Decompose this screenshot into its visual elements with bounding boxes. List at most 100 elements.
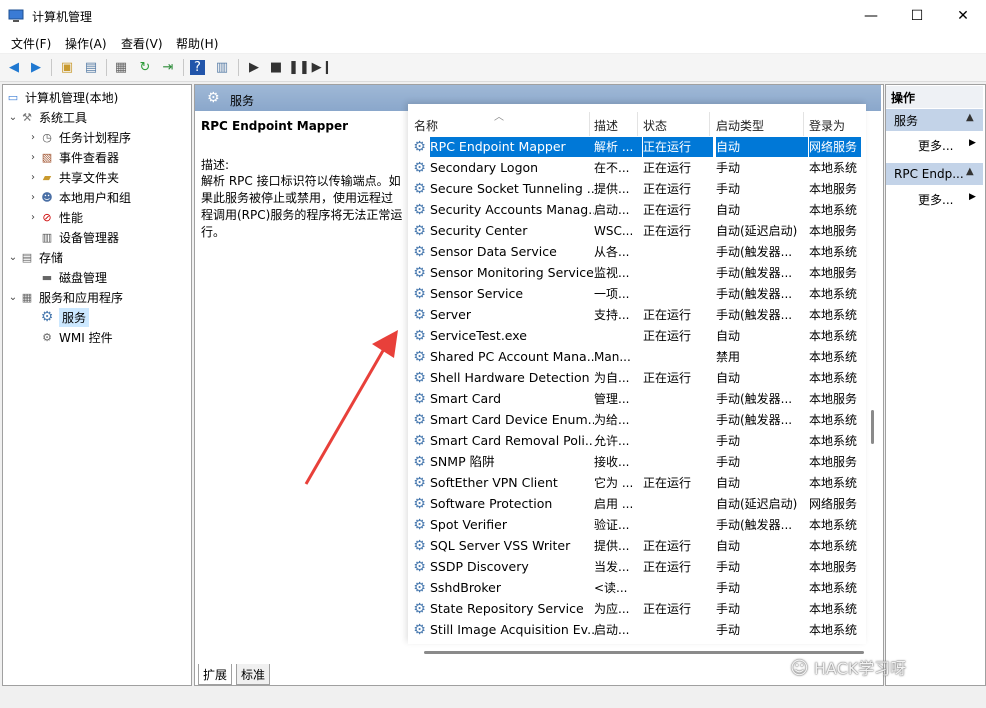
start-service-icon[interactable]: ▶ xyxy=(245,58,263,76)
action-pane-icon[interactable]: ▥ xyxy=(213,58,231,76)
service-status: 正在运行 xyxy=(643,602,692,616)
chevron-down-icon[interactable]: ⌄ xyxy=(7,252,19,263)
actions-more-1[interactable]: 更多... xyxy=(918,137,953,154)
export-list-icon[interactable]: ⇥ xyxy=(159,58,177,76)
tree-item-system-tools[interactable]: ⌄ ⚒ 系统工具 xyxy=(7,107,87,127)
tree-item-services[interactable]: ⚙ 服务 xyxy=(39,307,90,327)
table-row[interactable]: ⚙ Secondary Logon 在不... 正在运行 手动 本地系统 xyxy=(410,158,862,179)
tree-item-disk-management[interactable]: ▬ 磁盘管理 xyxy=(39,267,107,287)
toolbar-separator xyxy=(183,59,184,76)
properties-icon[interactable]: ▦ xyxy=(112,58,130,76)
gear-icon: ⚙ xyxy=(413,622,426,638)
service-name: SNMP 陷阱 xyxy=(430,454,495,469)
service-desc: 为自... xyxy=(594,371,630,385)
service-logon: 本地服务 xyxy=(809,455,858,469)
table-row[interactable]: ⚙ Smart Card 管理... 手动(触发器... 本地服务 xyxy=(410,389,862,410)
table-row[interactable]: ⚙ SNMP 陷阱 接收... 手动 本地服务 xyxy=(410,452,862,473)
table-row[interactable]: ⚙ Smart Card Removal Poli... 允许... 手动 本地系统 xyxy=(410,431,862,452)
maximize-button[interactable]: ☐ xyxy=(894,0,940,32)
tree-root[interactable]: ▭ 计算机管理(本地) xyxy=(5,87,119,107)
table-row[interactable]: ⚙ Shell Hardware Detection 为自... 正在运行 自动 本地系统 xyxy=(410,368,862,389)
tree-item-task-scheduler[interactable]: › ◷ 任务计划程序 xyxy=(27,127,131,147)
forward-arrow-icon[interactable]: ▶ xyxy=(27,58,45,76)
table-row[interactable]: ⚙ Sensor Data Service 从各... 手动(触发器... 本地系统 xyxy=(410,242,862,263)
help-icon[interactable]: ? xyxy=(190,60,205,75)
console-tree: ▭ 计算机管理(本地) ⌄ ⚒ 系统工具 › ◷ 任务计划程序 › ▧ 事件查看… xyxy=(2,84,192,686)
tree-item-storage[interactable]: ⌄ ▤ 存储 xyxy=(7,247,63,267)
service-name: Server xyxy=(430,307,471,322)
horizontal-scrollbar[interactable] xyxy=(424,651,864,654)
menu-file[interactable]: 文件(F) xyxy=(11,35,51,52)
tab-extended[interactable]: 扩展 xyxy=(198,664,233,685)
chevron-down-icon[interactable]: ⌄ xyxy=(7,112,19,123)
restart-service-icon[interactable]: ▶❙ xyxy=(312,58,333,76)
chevron-right-icon[interactable]: › xyxy=(27,172,39,183)
table-row[interactable]: ⚙ SshdBroker <读... 手动 本地系统 xyxy=(410,578,862,599)
table-row[interactable]: ⚙ Security Center WSC... 正在运行 自动(延迟启动) 本地服务 xyxy=(410,221,862,242)
toolbar-separator xyxy=(238,59,239,76)
table-row[interactable]: ⚙ Server 支持... 正在运行 手动(触发器... 本地系统 xyxy=(410,305,862,326)
tree-item-event-viewer[interactable]: › ▧ 事件查看器 xyxy=(27,147,119,167)
column-header-startup[interactable]: 启动类型 xyxy=(716,117,764,134)
service-name: Security Accounts Manag... xyxy=(430,202,594,217)
collapse-up-icon[interactable]: ▲ xyxy=(966,112,974,123)
chevron-right-icon[interactable]: › xyxy=(27,212,39,223)
service-startup-type: 手动(触发器... xyxy=(716,287,793,301)
actions-more-2[interactable]: 更多... xyxy=(918,191,953,208)
gear-icon: ⚙ xyxy=(413,433,426,449)
table-row[interactable]: ⚙ Software Protection 启用 ... 自动(延迟启动) 网络服务 xyxy=(410,494,862,515)
tree-item-performance[interactable]: › ⊘ 性能 xyxy=(27,207,83,227)
minimize-button[interactable]: — xyxy=(848,0,894,32)
chevron-right-icon[interactable]: › xyxy=(27,152,39,163)
stop-service-icon[interactable]: ■ xyxy=(267,58,285,76)
chevron-right-icon[interactable]: › xyxy=(27,192,39,203)
collapse-up-icon[interactable]: ▲ xyxy=(966,166,974,177)
table-row[interactable]: ⚙ Shared PC Account Mana... Man... 禁用 本地系统 xyxy=(410,347,862,368)
tree-item-services-apps[interactable]: ⌄ ▦ 服务和应用程序 xyxy=(7,287,123,307)
table-row[interactable]: ⚙ Smart Card Device Enum... 为给... 手动(触发器...… xyxy=(410,410,862,431)
close-button[interactable]: ✕ xyxy=(940,0,986,32)
tree-item-device-manager[interactable]: ▥ 设备管理器 xyxy=(39,227,119,247)
refresh-icon[interactable]: ↻ xyxy=(136,58,154,76)
up-folder-icon[interactable]: ▣ xyxy=(58,58,76,76)
menu-view[interactable]: 查看(V) xyxy=(121,35,163,52)
tree-item-local-users[interactable]: › ☻ 本地用户和组 xyxy=(27,187,131,207)
service-startup-type: 手动 xyxy=(716,623,741,637)
service-status xyxy=(643,242,713,262)
vertical-scrollbar[interactable] xyxy=(871,410,874,444)
table-row[interactable]: ⚙ SQL Server VSS Writer 提供... 正在运行 自动 本地系统 xyxy=(410,536,862,557)
users-icon: ☻ xyxy=(41,190,53,204)
column-header-desc[interactable]: 描述 xyxy=(594,117,618,134)
table-row[interactable]: ⚙ Secure Socket Tunneling ... 提供... 正在运行 手动 本… xyxy=(410,179,862,200)
service-name: SSDP Discovery xyxy=(430,559,529,574)
table-row[interactable]: ⚙ RPC Endpoint Mapper 解析 ... 正在运行 自动 网络服务 xyxy=(410,137,862,158)
column-header-logon[interactable]: 登录为 xyxy=(809,117,845,134)
chevron-right-icon[interactable]: › xyxy=(27,132,39,143)
table-row[interactable]: ⚙ ServiceTest.exe 正在运行 自动 本地系统 xyxy=(410,326,862,347)
service-desc: 为给... xyxy=(594,413,630,427)
table-row[interactable]: ⚙ Spot Verifier 验证... 手动(触发器... 本地系统 xyxy=(410,515,862,536)
column-header-name[interactable]: 名称 xyxy=(414,117,438,134)
back-arrow-icon[interactable]: ◀ xyxy=(5,58,23,76)
tree-item-shared-folders[interactable]: › ▰ 共享文件夹 xyxy=(27,167,119,187)
computer-management-icon xyxy=(8,8,24,24)
service-startup-type: 手动 xyxy=(716,602,741,616)
table-row[interactable]: ⚙ Sensor Service 一项... 手动(触发器... 本地系统 xyxy=(410,284,862,305)
menu-action[interactable]: 操作(A) xyxy=(65,35,107,52)
table-row[interactable]: ⚙ SSDP Discovery 当发... 正在运行 手动 本地服务 xyxy=(410,557,862,578)
table-row[interactable]: ⚙ State Repository Service 为应... 正在运行 手动 本地系统 xyxy=(410,599,862,620)
tab-standard[interactable]: 标准 xyxy=(236,664,271,685)
show-hide-tree-icon[interactable]: ▤ xyxy=(82,58,100,76)
chevron-down-icon[interactable]: ⌄ xyxy=(7,292,19,303)
table-row[interactable]: ⚙ Still Image Acquisition Ev... 启动... 手动 本地系… xyxy=(410,620,862,641)
service-name: Sensor Service xyxy=(430,286,524,301)
table-row[interactable]: ⚙ SoftEther VPN Client 它为 ... 正在运行 自动 本地系统 xyxy=(410,473,862,494)
table-row[interactable]: ⚙ Sensor Monitoring Service 监视... 手动(触发器...… xyxy=(410,263,862,284)
description-label: 描述: xyxy=(201,158,230,172)
menu-help[interactable]: 帮助(H) xyxy=(176,35,218,52)
service-status xyxy=(643,347,713,367)
pause-service-icon[interactable]: ❚❚ xyxy=(288,58,310,76)
table-row[interactable]: ⚙ Security Accounts Manag... 启动... 正在运行 自动 本地… xyxy=(410,200,862,221)
column-header-status[interactable]: 状态 xyxy=(643,117,667,134)
tree-item-wmi[interactable]: ⚙ WMI 控件 xyxy=(39,327,113,347)
